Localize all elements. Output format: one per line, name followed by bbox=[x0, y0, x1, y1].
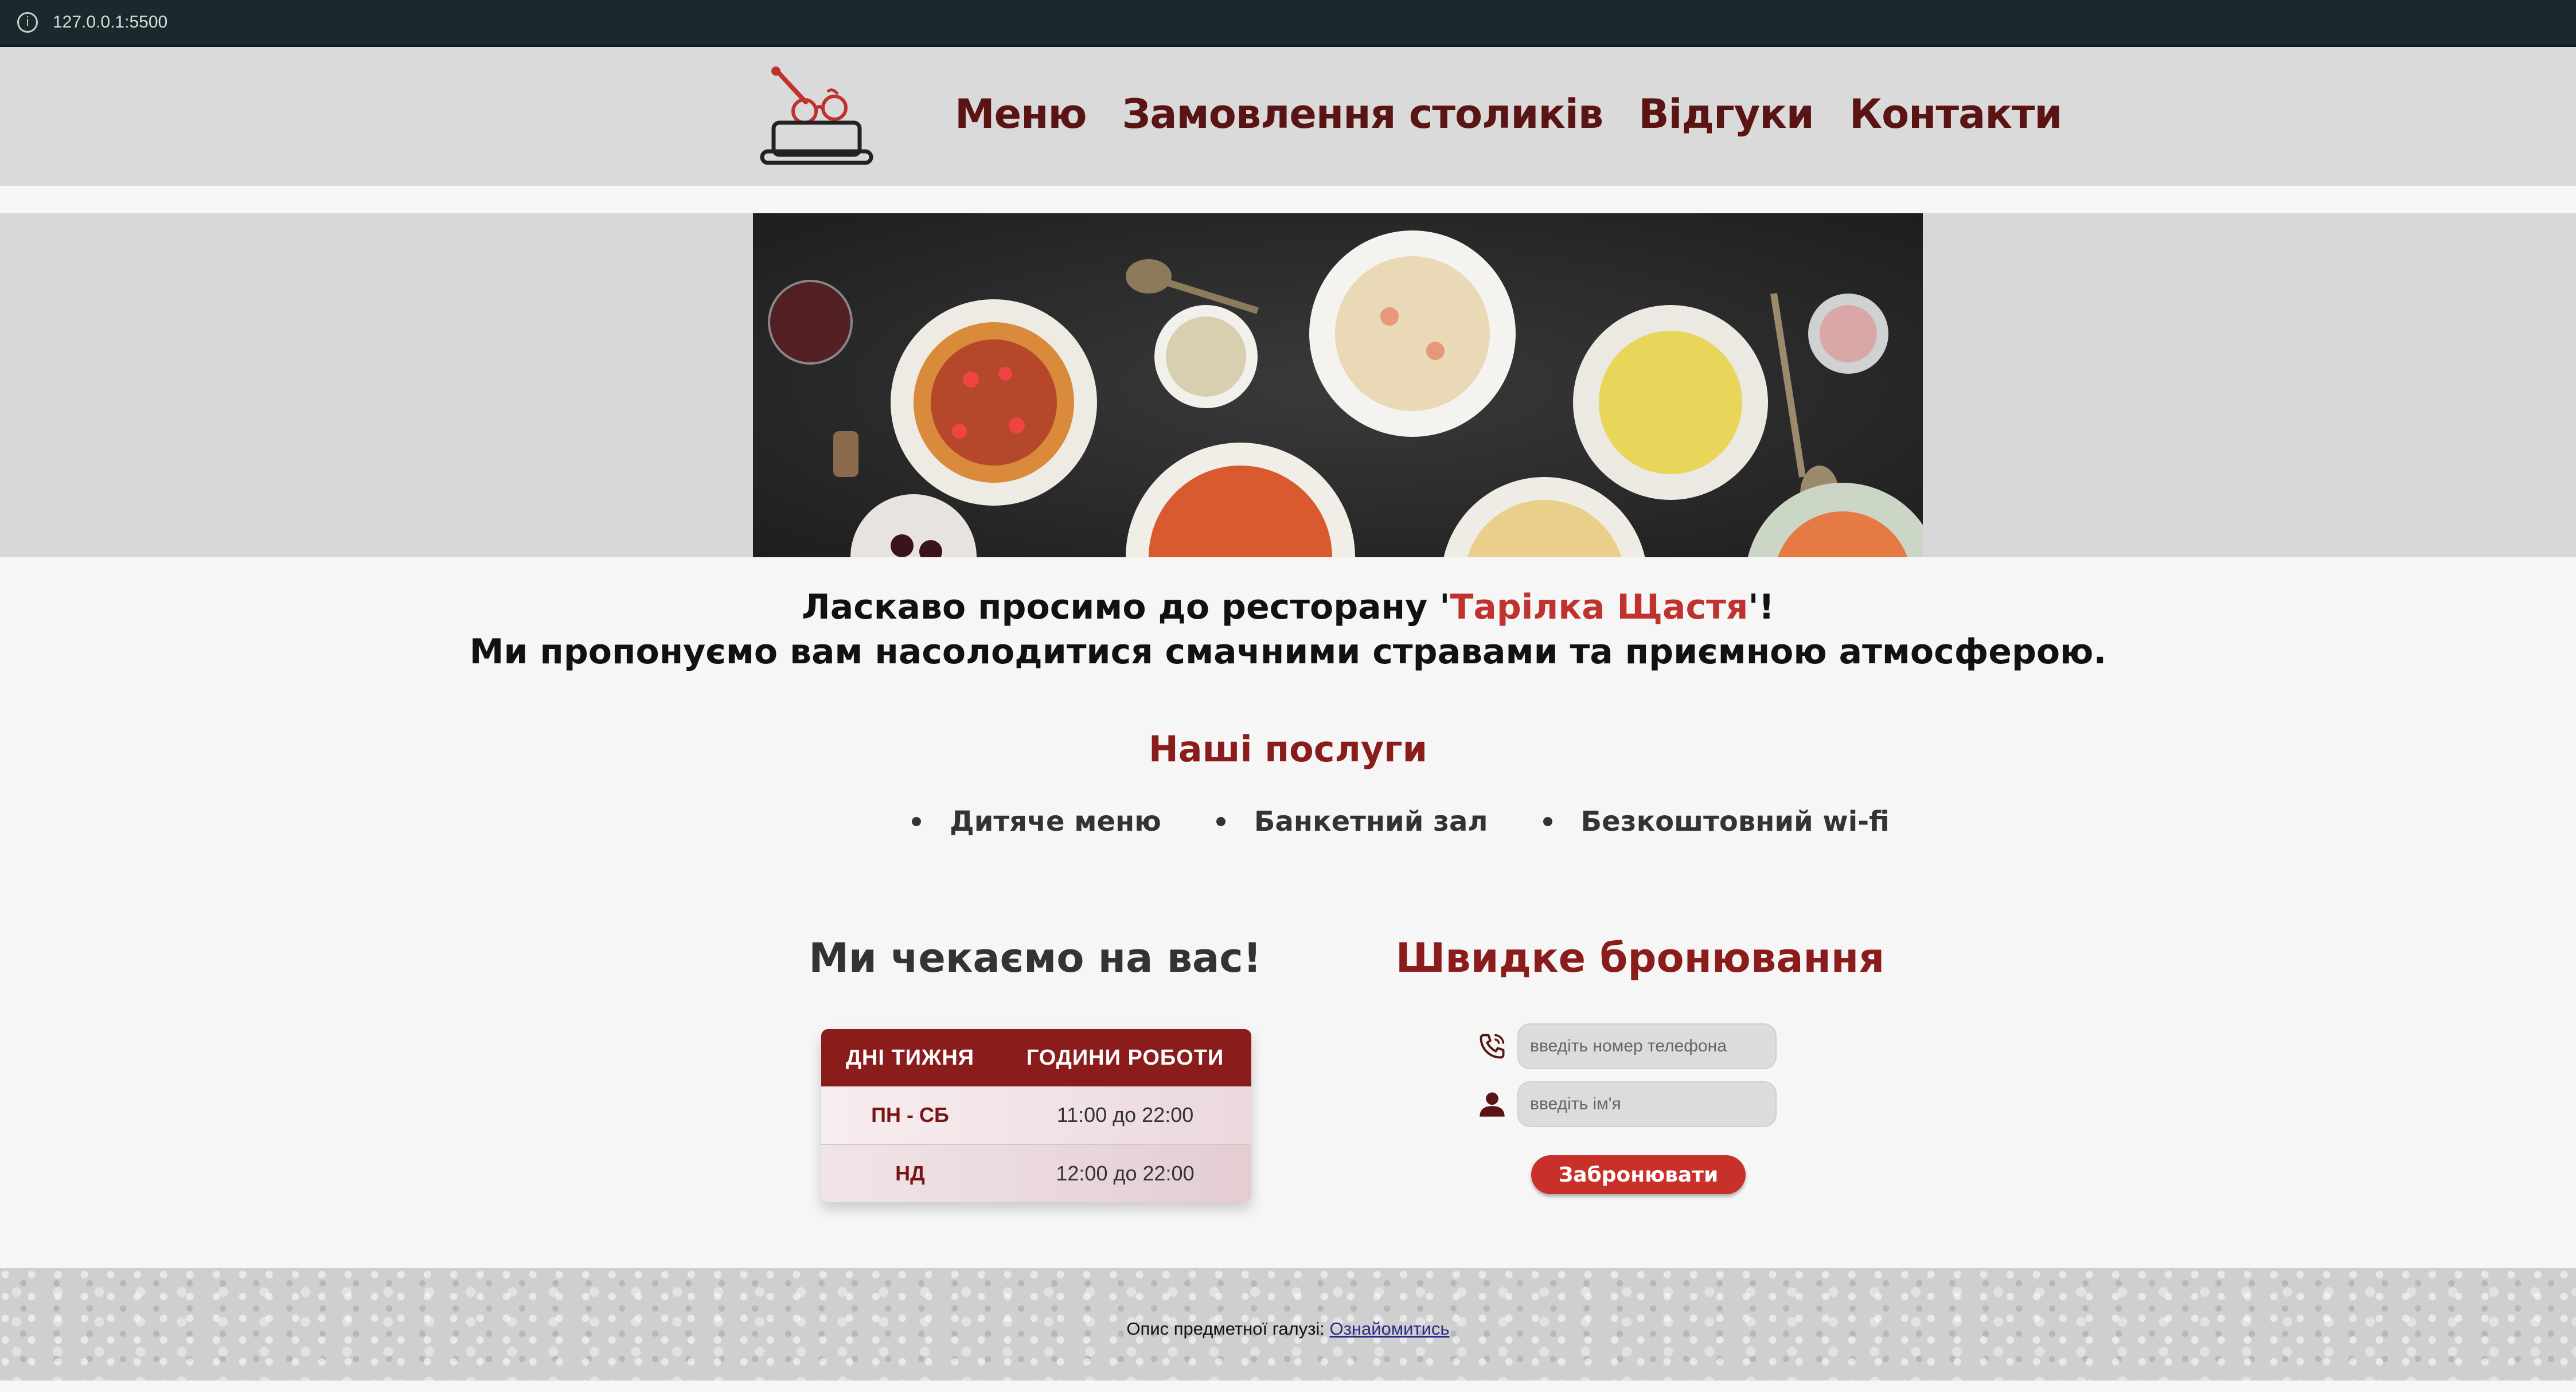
service-label: Дитяче меню bbox=[950, 806, 1161, 838]
footer-text: Опис предметної галузі: Ознайомитись bbox=[0, 1319, 2576, 1339]
time-cell: 12:00 до 22:00 bbox=[1056, 1162, 1195, 1185]
url-text[interactable]: 127.0.0.1:5500 bbox=[53, 13, 167, 32]
user-icon bbox=[1480, 1092, 1505, 1117]
site-header: Меню Замовлення столиків Відгуки Контакт… bbox=[0, 47, 2576, 186]
services-list: Дитяче меню Банкетний зал Безкоштовний w… bbox=[912, 806, 1890, 838]
info-icon[interactable]: i bbox=[17, 12, 38, 33]
service-item: Банкетний зал bbox=[1216, 806, 1488, 838]
welcome-intro: Ласкаво просимо до ресторану ' bbox=[801, 587, 1450, 627]
welcome-text: Ласкаво просимо до ресторану 'Тарілка Ща… bbox=[0, 585, 2576, 674]
site-footer: Опис предметної галузі: Ознайомитись bbox=[0, 1268, 2576, 1381]
col-hours: ГОДИНИ РОБОТИ bbox=[1026, 1045, 1224, 1070]
brand-name: Тарілка Щастя bbox=[1450, 587, 1748, 627]
service-label: Банкетний зал bbox=[1254, 806, 1488, 838]
footer-label: Опис предметної галузі: bbox=[1126, 1319, 1330, 1339]
nav-contacts[interactable]: Контакти bbox=[1849, 91, 2063, 138]
col-days: ДНІ ТИЖНЯ bbox=[845, 1045, 975, 1070]
table-row: ПН - СБ 11:00 до 22:00 bbox=[821, 1086, 1251, 1145]
service-label: Безкоштовний wi-fi bbox=[1580, 806, 1890, 838]
nav-menu[interactable]: Меню bbox=[955, 91, 1087, 138]
phone-icon bbox=[1480, 1034, 1505, 1059]
book-button[interactable]: Забронювати bbox=[1531, 1155, 1746, 1194]
service-item: Дитяче меню bbox=[912, 806, 1161, 838]
booking-title: Швидке бронювання bbox=[1395, 934, 1885, 982]
name-input[interactable] bbox=[1517, 1081, 1777, 1127]
hours-title: Ми чекаємо на вас! bbox=[809, 934, 1262, 982]
table-header: ДНІ ТИЖНЯ ГОДИНИ РОБОТИ bbox=[821, 1029, 1251, 1086]
phone-field bbox=[1477, 1023, 1777, 1069]
hero-food-image bbox=[753, 213, 1923, 557]
welcome-intro-end: '! bbox=[1748, 587, 1775, 627]
browser-address-bar[interactable]: i 127.0.0.1:5500 bbox=[0, 0, 2576, 47]
nav-reviews[interactable]: Відгуки bbox=[1638, 91, 1814, 138]
phone-input[interactable] bbox=[1517, 1023, 1777, 1069]
day-cell: ПН - СБ bbox=[871, 1103, 949, 1127]
welcome-line-2: Ми пропонуємо вам насолодитися смачними … bbox=[469, 632, 2107, 672]
name-field bbox=[1477, 1081, 1777, 1127]
main-nav: Меню Замовлення столиків Відгуки Контакт… bbox=[955, 91, 2062, 138]
hours-table: ДНІ ТИЖНЯ ГОДИНИ РОБОТИ ПН - СБ 11:00 до… bbox=[821, 1029, 1251, 1202]
nav-table-booking[interactable]: Замовлення столиків bbox=[1122, 91, 1604, 138]
time-cell: 11:00 до 22:00 bbox=[1056, 1103, 1194, 1127]
footer-link[interactable]: Ознайомитись bbox=[1330, 1319, 1450, 1339]
table-row: НД 12:00 до 22:00 bbox=[821, 1145, 1251, 1202]
services-title: Наші послуги bbox=[1148, 728, 1428, 770]
logo-plate-icon[interactable] bbox=[760, 67, 875, 170]
day-cell: НД bbox=[895, 1162, 925, 1185]
service-item: Безкоштовний wi-fi bbox=[1543, 806, 1890, 838]
